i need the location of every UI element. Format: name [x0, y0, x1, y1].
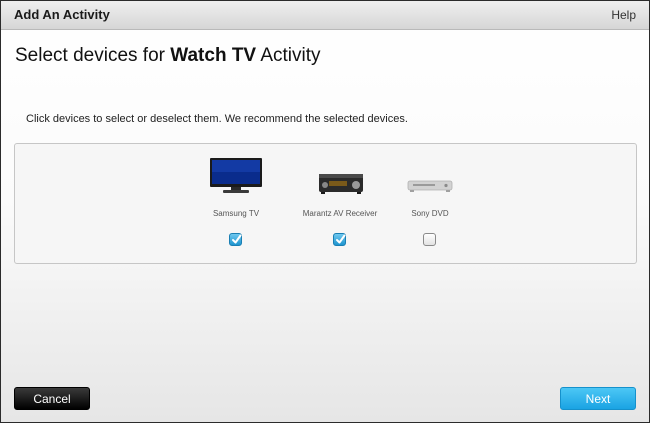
device-samsung-tv[interactable]: Samsung TV — [181, 144, 291, 263]
next-button[interactable]: Next — [560, 387, 636, 410]
device-panel: Samsung TV Marantz AV Receiver Sony DVD — [14, 143, 637, 264]
heading-suffix: Activity — [256, 45, 321, 66]
device-checkbox-marantz-av-receiver[interactable] — [333, 233, 346, 246]
title-bar: Add An Activity Help — [1, 1, 649, 30]
add-activity-window: Add An Activity Help Select devices for … — [0, 0, 650, 423]
device-name: Samsung TV — [212, 209, 260, 218]
window-title: Add An Activity — [14, 7, 110, 22]
instructions-text: Click devices to select or deselect them… — [26, 113, 408, 125]
cancel-button[interactable]: Cancel — [14, 387, 90, 410]
activity-name: Watch TV — [170, 45, 257, 66]
device-name: Sony DVD — [411, 209, 449, 218]
page-heading: Select devices for Watch TV Activity — [15, 45, 321, 67]
checkmark-icon — [336, 234, 346, 244]
help-link[interactable]: Help — [611, 8, 636, 22]
tv-icon — [210, 158, 262, 193]
device-checkbox-sony-dvd[interactable] — [423, 233, 436, 246]
heading-prefix: Select devices for — [15, 45, 171, 66]
device-sony-dvd[interactable]: Sony DVD — [375, 144, 485, 263]
device-checkbox-samsung-tv[interactable] — [229, 233, 242, 246]
checkmark-icon — [232, 234, 242, 244]
dvd-player-icon — [407, 180, 453, 192]
